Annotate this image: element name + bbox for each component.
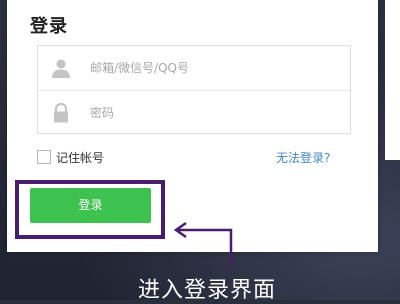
password-input[interactable]	[90, 101, 340, 125]
remember-label: 记住帐号	[56, 151, 105, 165]
lock-icon	[54, 102, 68, 123]
annotation-caption: 进入登录界面	[138, 278, 277, 303]
username-input[interactable]	[90, 56, 340, 80]
forgot-login-link[interactable]: 无法登录?	[276, 149, 330, 166]
highlight-frame	[15, 180, 165, 239]
username-row	[38, 46, 350, 90]
remember-checkbox[interactable]	[37, 150, 51, 164]
credentials-box	[37, 45, 351, 134]
dialog-title: 登录	[30, 16, 68, 37]
password-row	[38, 91, 350, 135]
user-icon	[52, 59, 70, 78]
background-panel	[385, 0, 400, 160]
